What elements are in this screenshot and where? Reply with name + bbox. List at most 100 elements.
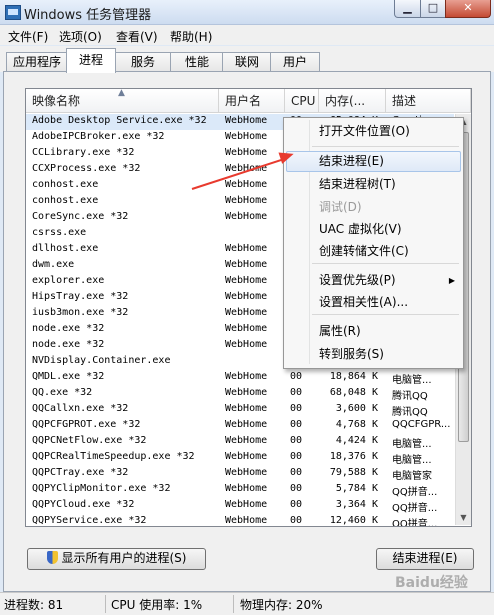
submenu-arrow-icon: ▶ xyxy=(448,276,455,285)
table-row[interactable]: QQPCRealTimeSpeedup.exe *32 WebHome 00 18,3… xyxy=(26,450,454,466)
process-user-cell: WebHome xyxy=(225,483,268,494)
process-mem-cell: 79,588 K xyxy=(329,467,378,478)
table-row[interactable]: QMDL.exe *32 WebHome 00 18,864 K 电脑管... xyxy=(26,370,454,386)
process-name-cell: iusb3mon.exe *32 xyxy=(32,307,129,318)
process-desc-cell: 电脑管... xyxy=(392,439,432,450)
context-menu-item-label: 打开文件位置(O) xyxy=(319,124,410,138)
table-row[interactable]: QQPYService.exe *32 WebHome 00 12,460 K QQ拼音… xyxy=(26,514,454,527)
menu-bar: 文件(F) 选项(O) 查看(V) 帮助(H) xyxy=(0,25,494,45)
process-name-cell: QQ.exe *32 xyxy=(32,387,93,398)
process-name-cell: CCLibrary.exe *32 xyxy=(32,147,135,158)
tab-performance[interactable]: 性能 xyxy=(170,52,224,72)
column-cpu[interactable]: CPU xyxy=(285,89,319,113)
tab-strip: 应用程序 进程 服务 性能 联网 用户 xyxy=(0,46,494,73)
process-name-cell: CCXProcess.exe *32 xyxy=(32,163,141,174)
process-name-cell: conhost.exe xyxy=(32,195,99,206)
process-user-cell: WebHome xyxy=(225,147,268,158)
column-image-name[interactable]: 映像名称 ▲ xyxy=(26,89,219,113)
table-row[interactable]: QQ.exe *32 WebHome 00 68,048 K 腾讯QQ xyxy=(26,386,454,402)
process-cpu-cell: 00 xyxy=(290,515,303,526)
show-all-users-label: 显示所有用户的进程(S) xyxy=(61,551,187,565)
process-cpu-cell: 00 xyxy=(290,467,303,478)
table-row[interactable]: QQPCNetFlow.exe *32 WebHome 00 4,424 K 电脑管..… xyxy=(26,434,454,450)
end-process-button[interactable]: 结束进程(E) xyxy=(376,548,474,570)
table-row[interactable]: QQPYClipMonitor.exe *32 WebHome 00 5,784 K Q… xyxy=(26,482,454,498)
process-name-cell: HipsTray.exe *32 xyxy=(32,291,129,302)
context-menu-item-label: 调试(D) xyxy=(319,200,362,214)
process-name-cell: AdobeIPCBroker.exe *32 xyxy=(32,131,165,142)
process-name-cell: QQPYCloud.exe *32 xyxy=(32,499,135,510)
menu-options[interactable]: 选项(O) xyxy=(59,28,102,45)
scroll-down-icon[interactable]: ▼ xyxy=(456,510,471,525)
process-name-cell: conhost.exe xyxy=(32,179,99,190)
process-desc-cell: QQ拼音... xyxy=(392,519,438,527)
process-mem-cell: 12,460 K xyxy=(329,515,378,526)
show-all-users-button[interactable]: 显示所有用户的进程(S) xyxy=(27,548,206,570)
status-separator xyxy=(233,595,234,613)
process-name-cell: dwm.exe xyxy=(32,259,75,270)
process-desc-cell: QQCFGPR... xyxy=(392,419,451,430)
tab-users[interactable]: 用户 xyxy=(270,52,320,72)
process-name-cell: QQPCFGPROT.exe *32 xyxy=(32,419,141,430)
column-user[interactable]: 用户名 xyxy=(219,89,285,113)
context-menu-item[interactable]: 属性(R) xyxy=(286,321,461,342)
context-menu-item[interactable]: 设置优先级(P) ▶ xyxy=(286,270,461,291)
context-menu: 打开文件位置(O) 结束进程(E) 结束进程树(T) 调试(D) UAC 虚拟化(V) 创… xyxy=(283,117,464,369)
context-menu-separator xyxy=(312,146,459,147)
process-cpu-cell: 00 xyxy=(290,403,303,414)
process-name-cell: QQCallxn.exe *32 xyxy=(32,403,129,414)
process-mem-cell: 4,768 K xyxy=(335,419,378,430)
tab-applications[interactable]: 应用程序 xyxy=(6,52,68,72)
status-bar: 进程数: 81 CPU 使用率: 1% 物理内存: 20% xyxy=(0,592,494,615)
column-description[interactable]: 描述 xyxy=(386,89,471,113)
process-name-cell: explorer.exe xyxy=(32,275,105,286)
context-menu-item[interactable]: 结束进程(E) xyxy=(286,151,461,172)
process-mem-cell: 3,600 K xyxy=(335,403,378,414)
context-menu-item-label: 属性(R) xyxy=(319,324,361,338)
process-cpu-cell: 00 xyxy=(290,451,303,462)
process-cpu-cell: 00 xyxy=(290,419,303,430)
context-menu-item[interactable]: 设置相关性(A)... xyxy=(286,292,461,313)
process-name-cell: csrss.exe xyxy=(32,227,87,238)
process-user-cell: WebHome xyxy=(225,387,268,398)
process-user-cell: WebHome xyxy=(225,275,268,286)
process-user-cell: WebHome xyxy=(225,243,268,254)
tab-processes[interactable]: 进程 xyxy=(66,48,116,73)
status-cpu-usage: CPU 使用率: 1% xyxy=(111,598,203,612)
table-row[interactable]: QQCallxn.exe *32 WebHome 00 3,600 K 腾讯QQ xyxy=(26,402,454,418)
context-menu-item[interactable]: 转到服务(S) xyxy=(286,344,461,365)
menu-view[interactable]: 查看(V) xyxy=(116,28,158,45)
tab-services[interactable]: 服务 xyxy=(114,52,172,72)
minimize-button[interactable]: ▁ xyxy=(394,0,421,18)
context-menu-item-label: 结束进程树(T) xyxy=(319,177,396,191)
sort-up-icon: ▲ xyxy=(118,88,125,98)
context-menu-item[interactable]: UAC 虚拟化(V) xyxy=(286,219,461,240)
process-name-cell: QQPYService.exe *32 xyxy=(32,515,147,526)
maximize-button[interactable]: □ xyxy=(420,0,446,18)
tab-networking[interactable]: 联网 xyxy=(222,52,272,72)
process-user-cell: WebHome xyxy=(225,211,268,222)
context-menu-item-label: 创建转储文件(C) xyxy=(319,244,409,258)
process-user-cell: WebHome xyxy=(225,259,268,270)
process-desc-cell: QQ拼音... xyxy=(392,487,438,498)
table-row[interactable]: QQPYCloud.exe *32 WebHome 00 3,364 K QQ拼音... xyxy=(26,498,454,514)
context-menu-item[interactable]: 打开文件位置(O) xyxy=(286,121,461,142)
column-image-name-label: 映像名称 xyxy=(32,94,81,108)
process-name-cell: QMDL.exe *32 xyxy=(32,371,105,382)
context-menu-item[interactable]: 结束进程树(T) xyxy=(286,174,461,195)
title-bar[interactable]: Windows 任务管理器 ▁ □ ✕ xyxy=(0,0,494,25)
menu-file[interactable]: 文件(F) xyxy=(8,28,48,45)
context-menu-item-label: 设置相关性(A)... xyxy=(319,295,409,309)
process-user-cell: WebHome xyxy=(225,371,268,382)
table-row[interactable]: QQPCFGPROT.exe *32 WebHome 00 4,768 K QQCFGP… xyxy=(26,418,454,434)
process-user-cell: WebHome xyxy=(225,403,268,414)
task-manager-icon xyxy=(5,5,21,20)
context-menu-item: 调试(D) xyxy=(286,197,461,218)
process-name-cell: QQPYClipMonitor.exe *32 xyxy=(32,483,171,494)
context-menu-item[interactable]: 创建转储文件(C) xyxy=(286,241,461,262)
close-button[interactable]: ✕ xyxy=(445,0,491,18)
process-user-cell: WebHome xyxy=(225,195,268,206)
column-memory[interactable]: 内存(... xyxy=(319,89,386,113)
menu-help[interactable]: 帮助(H) xyxy=(170,28,212,45)
table-row[interactable]: QQPCTray.exe *32 WebHome 00 79,588 K 电脑管家 xyxy=(26,466,454,482)
